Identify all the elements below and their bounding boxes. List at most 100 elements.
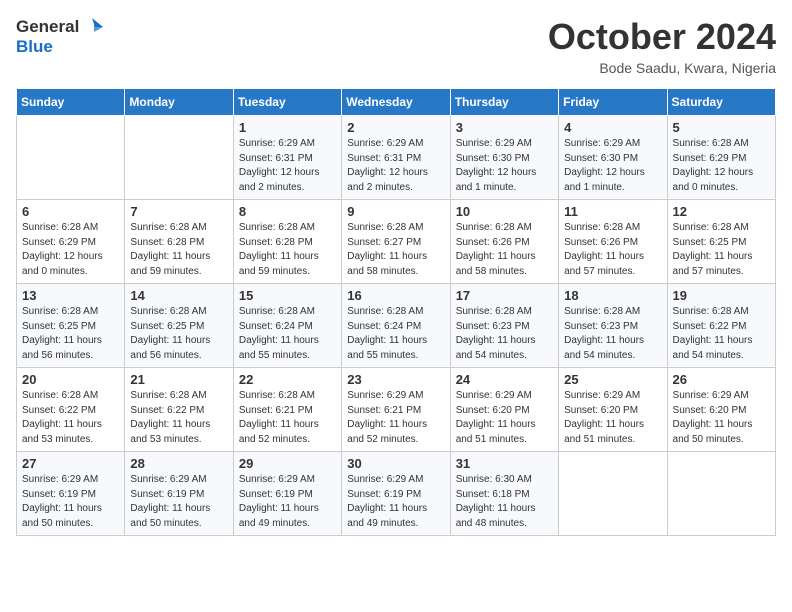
day-info: Sunrise: 6:29 AM Sunset: 6:20 PM Dayligh… <box>673 389 770 447</box>
calendar-cell <box>559 452 667 536</box>
day-info: Sunrise: 6:28 AM Sunset: 6:25 PM Dayligh… <box>673 221 770 279</box>
day-number: 8 <box>239 204 336 219</box>
day-number: 12 <box>673 204 770 219</box>
day-info: Sunrise: 6:29 AM Sunset: 6:31 PM Dayligh… <box>347 137 444 195</box>
calendar-week-5: 27Sunrise: 6:29 AM Sunset: 6:19 PM Dayli… <box>17 452 776 536</box>
calendar-cell: 4Sunrise: 6:29 AM Sunset: 6:30 PM Daylig… <box>559 116 667 200</box>
day-info: Sunrise: 6:28 AM Sunset: 6:22 PM Dayligh… <box>22 389 119 447</box>
day-number: 5 <box>673 120 770 135</box>
day-number: 7 <box>130 204 227 219</box>
day-info: Sunrise: 6:28 AM Sunset: 6:23 PM Dayligh… <box>564 305 661 363</box>
calendar-cell: 2 Sunrise: 6:29 AM Sunset: 6:31 PM Daylig… <box>342 116 450 200</box>
calendar-week-4: 20 Sunrise: 6:28 AM Sunset: 6:22 PM Dayli… <box>17 368 776 452</box>
day-number: 26 <box>673 372 770 387</box>
weekday-header-wednesday: Wednesday <box>342 89 450 116</box>
calendar-cell: 27Sunrise: 6:29 AM Sunset: 6:19 PM Dayli… <box>17 452 125 536</box>
day-number: 29 <box>239 456 336 471</box>
day-info: Sunrise: 6:29 AM Sunset: 6:20 PM Dayligh… <box>564 389 661 447</box>
day-info: Sunrise: 6:29 AM Sunset: 6:21 PM Dayligh… <box>347 389 444 447</box>
day-info: Sunrise: 6:28 AM Sunset: 6:24 PM Dayligh… <box>239 305 336 363</box>
day-info: Sunrise: 6:29 AM Sunset: 6:19 PM Dayligh… <box>347 473 444 531</box>
day-info: Sunrise: 6:29 AM Sunset: 6:31 PM Dayligh… <box>239 137 336 195</box>
calendar-week-2: 6 Sunrise: 6:28 AM Sunset: 6:29 PM Daylig… <box>17 200 776 284</box>
calendar-cell: 6 Sunrise: 6:28 AM Sunset: 6:29 PM Daylig… <box>17 200 125 284</box>
day-number: 16 <box>347 288 444 303</box>
day-number: 17 <box>456 288 553 303</box>
day-number: 23 <box>347 372 444 387</box>
calendar-cell: 9 Sunrise: 6:28 AM Sunset: 6:27 PM Daylig… <box>342 200 450 284</box>
calendar-cell: 18Sunrise: 6:28 AM Sunset: 6:23 PM Dayli… <box>559 284 667 368</box>
calendar-cell <box>667 452 775 536</box>
title-block: October 2024 Bode Saadu, Kwara, Nigeria <box>548 16 776 76</box>
day-info: Sunrise: 6:28 AM Sunset: 6:26 PM Dayligh… <box>564 221 661 279</box>
day-number: 13 <box>22 288 119 303</box>
logo-bird-icon <box>81 16 103 38</box>
calendar-cell: 8 Sunrise: 6:28 AM Sunset: 6:28 PM Daylig… <box>233 200 341 284</box>
day-number: 15 <box>239 288 336 303</box>
day-info: Sunrise: 6:28 AM Sunset: 6:29 PM Dayligh… <box>22 221 119 279</box>
weekday-header-saturday: Saturday <box>667 89 775 116</box>
calendar-cell: 17 Sunrise: 6:28 AM Sunset: 6:23 PM Dayli… <box>450 284 558 368</box>
day-number: 20 <box>22 372 119 387</box>
calendar-cell: 30Sunrise: 6:29 AM Sunset: 6:19 PM Dayli… <box>342 452 450 536</box>
day-info: Sunrise: 6:29 AM Sunset: 6:19 PM Dayligh… <box>239 473 336 531</box>
location: Bode Saadu, Kwara, Nigeria <box>548 60 776 76</box>
calendar-cell: 14Sunrise: 6:28 AM Sunset: 6:25 PM Dayli… <box>125 284 233 368</box>
calendar-cell: 12 Sunrise: 6:28 AM Sunset: 6:25 PM Dayli… <box>667 200 775 284</box>
weekday-header-thursday: Thursday <box>450 89 558 116</box>
calendar-cell: 3 Sunrise: 6:29 AM Sunset: 6:30 PM Daylig… <box>450 116 558 200</box>
weekday-header-sunday: Sunday <box>17 89 125 116</box>
calendar-cell: 31 Sunrise: 6:30 AM Sunset: 6:18 PM Dayli… <box>450 452 558 536</box>
calendar-cell <box>17 116 125 200</box>
calendar-cell: 1Sunrise: 6:29 AM Sunset: 6:31 PM Daylig… <box>233 116 341 200</box>
calendar-week-1: 1Sunrise: 6:29 AM Sunset: 6:31 PM Daylig… <box>17 116 776 200</box>
day-info: Sunrise: 6:28 AM Sunset: 6:22 PM Dayligh… <box>130 389 227 447</box>
day-info: Sunrise: 6:28 AM Sunset: 6:28 PM Dayligh… <box>239 221 336 279</box>
day-info: Sunrise: 6:28 AM Sunset: 6:21 PM Dayligh… <box>239 389 336 447</box>
day-info: Sunrise: 6:28 AM Sunset: 6:23 PM Dayligh… <box>456 305 553 363</box>
calendar-cell: 21 Sunrise: 6:28 AM Sunset: 6:22 PM Dayli… <box>125 368 233 452</box>
calendar-cell: 7Sunrise: 6:28 AM Sunset: 6:28 PM Daylig… <box>125 200 233 284</box>
calendar-cell: 26 Sunrise: 6:29 AM Sunset: 6:20 PM Dayli… <box>667 368 775 452</box>
calendar-cell: 13Sunrise: 6:28 AM Sunset: 6:25 PM Dayli… <box>17 284 125 368</box>
calendar-cell: 23 Sunrise: 6:29 AM Sunset: 6:21 PM Dayli… <box>342 368 450 452</box>
day-info: Sunrise: 6:28 AM Sunset: 6:26 PM Dayligh… <box>456 221 553 279</box>
weekday-header-friday: Friday <box>559 89 667 116</box>
calendar-cell: 28Sunrise: 6:29 AM Sunset: 6:19 PM Dayli… <box>125 452 233 536</box>
day-number: 6 <box>22 204 119 219</box>
calendar-cell: 10 Sunrise: 6:28 AM Sunset: 6:26 PM Dayli… <box>450 200 558 284</box>
day-info: Sunrise: 6:28 AM Sunset: 6:24 PM Dayligh… <box>347 305 444 363</box>
day-number: 22 <box>239 372 336 387</box>
day-info: Sunrise: 6:29 AM Sunset: 6:30 PM Dayligh… <box>564 137 661 195</box>
calendar-cell: 5Sunrise: 6:28 AM Sunset: 6:29 PM Daylig… <box>667 116 775 200</box>
calendar-cell: 11 Sunrise: 6:28 AM Sunset: 6:26 PM Dayli… <box>559 200 667 284</box>
month-title: October 2024 <box>548 16 776 58</box>
day-info: Sunrise: 6:30 AM Sunset: 6:18 PM Dayligh… <box>456 473 553 531</box>
day-number: 19 <box>673 288 770 303</box>
calendar-table: SundayMondayTuesdayWednesdayThursdayFrid… <box>16 88 776 536</box>
day-info: Sunrise: 6:28 AM Sunset: 6:22 PM Dayligh… <box>673 305 770 363</box>
day-number: 3 <box>456 120 553 135</box>
calendar-cell: 15 Sunrise: 6:28 AM Sunset: 6:24 PM Dayli… <box>233 284 341 368</box>
day-info: Sunrise: 6:28 AM Sunset: 6:27 PM Dayligh… <box>347 221 444 279</box>
calendar-cell: 20 Sunrise: 6:28 AM Sunset: 6:22 PM Dayli… <box>17 368 125 452</box>
day-number: 14 <box>130 288 227 303</box>
day-number: 31 <box>456 456 553 471</box>
day-number: 24 <box>456 372 553 387</box>
day-info: Sunrise: 6:29 AM Sunset: 6:30 PM Dayligh… <box>456 137 553 195</box>
day-info: Sunrise: 6:29 AM Sunset: 6:19 PM Dayligh… <box>22 473 119 531</box>
weekday-header-row: SundayMondayTuesdayWednesdayThursdayFrid… <box>17 89 776 116</box>
day-number: 10 <box>456 204 553 219</box>
day-number: 11 <box>564 204 661 219</box>
logo-container: General Blue <box>16 16 103 57</box>
calendar-cell: 25 Sunrise: 6:29 AM Sunset: 6:20 PM Dayli… <box>559 368 667 452</box>
day-number: 2 <box>347 120 444 135</box>
day-number: 28 <box>130 456 227 471</box>
day-number: 25 <box>564 372 661 387</box>
calendar-cell: 24Sunrise: 6:29 AM Sunset: 6:20 PM Dayli… <box>450 368 558 452</box>
logo-blue: Blue <box>16 38 103 57</box>
day-number: 9 <box>347 204 444 219</box>
logo-general: General <box>16 18 79 37</box>
day-number: 21 <box>130 372 227 387</box>
logo: General Blue <box>16 16 103 57</box>
